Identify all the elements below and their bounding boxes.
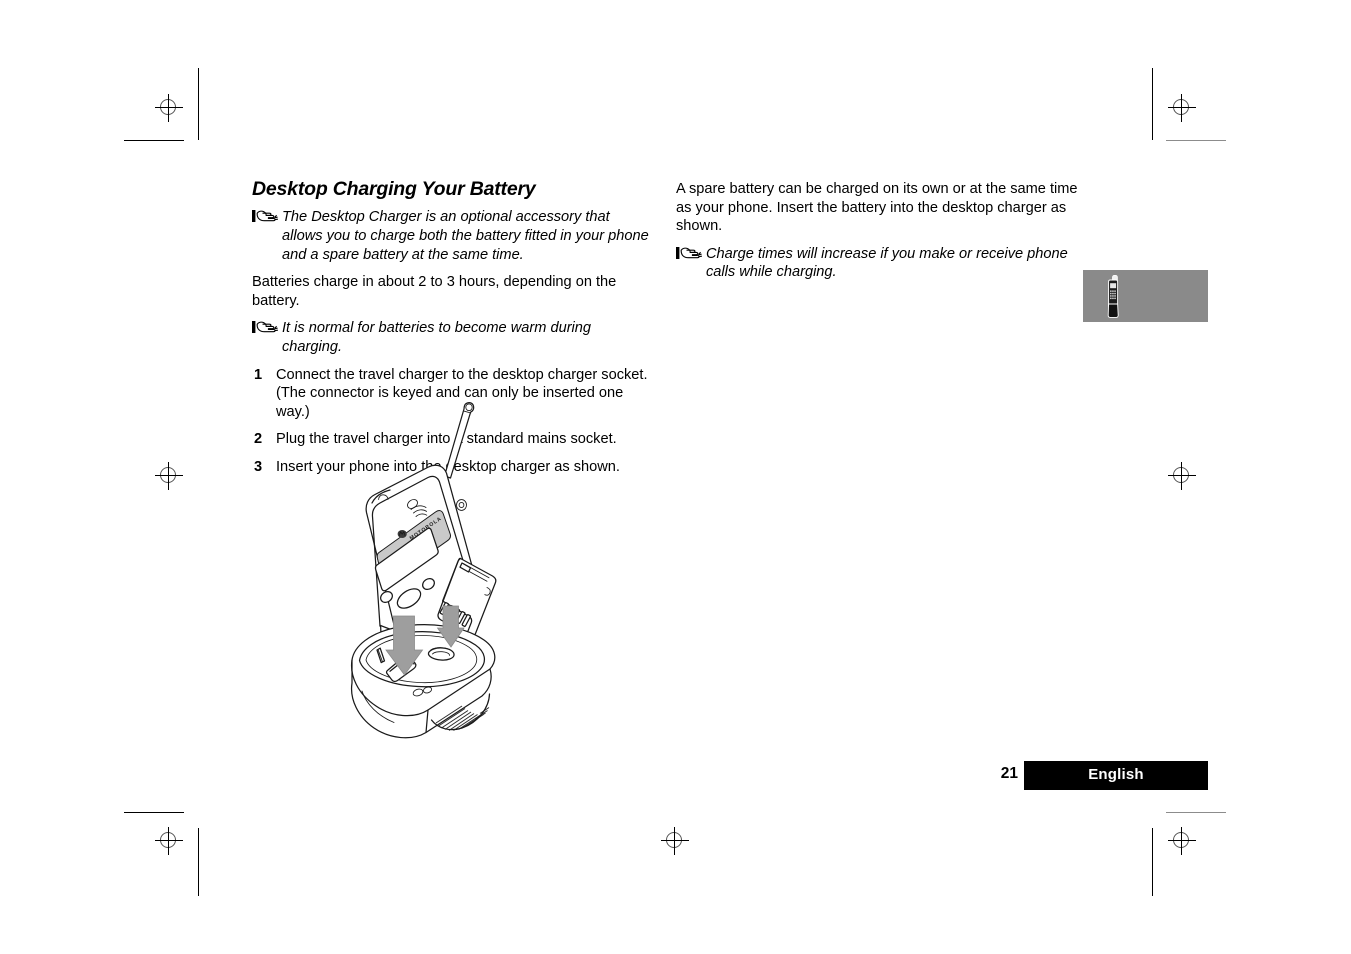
registration-vline bbox=[1181, 462, 1182, 490]
right-column: A spare battery can be charged on its ow… bbox=[676, 180, 1080, 291]
trim-rule-top-left bbox=[198, 68, 199, 140]
manual-page: Desktop Charging Your Battery The Deskto… bbox=[0, 0, 1351, 954]
registration-vline bbox=[674, 827, 675, 855]
registration-hline bbox=[155, 840, 183, 841]
registration-mark-bottom-center bbox=[661, 827, 689, 855]
note-text: Charge times will increase if you make o… bbox=[706, 245, 1068, 281]
registration-vline bbox=[1181, 827, 1182, 855]
crop-mark-top-right bbox=[1166, 140, 1226, 141]
crop-mark-bottom-right bbox=[1166, 812, 1226, 813]
step-number: 1 bbox=[254, 366, 263, 383]
paragraph-spare-battery: A spare battery can be charged on its ow… bbox=[676, 181, 1078, 235]
registration-hline bbox=[1168, 107, 1196, 108]
pointing-hand-icon bbox=[252, 320, 282, 336]
trim-rule-top-right bbox=[1152, 68, 1153, 140]
registration-vline bbox=[1181, 94, 1182, 122]
crop-mark-bottom-left bbox=[124, 812, 184, 813]
registration-mark-top-right bbox=[1168, 94, 1196, 122]
pointing-hand-icon bbox=[252, 209, 282, 225]
registration-hline bbox=[155, 107, 183, 108]
trim-rule-bottom-right bbox=[1152, 828, 1153, 896]
registration-hline bbox=[155, 475, 183, 476]
registration-vline bbox=[168, 462, 169, 490]
page-title: Desktop Charging Your Battery bbox=[252, 178, 536, 200]
phone-and-desktop-charger-illustration: .ln { fill:none; stroke:#1a1a1a; stroke-… bbox=[332, 392, 542, 742]
note-text: The Desktop Charger is an optional acces… bbox=[282, 209, 649, 263]
registration-mark-mid-left bbox=[155, 462, 183, 490]
registration-vline bbox=[168, 827, 169, 855]
note-text: It is normal for batteries to become war… bbox=[282, 320, 592, 355]
paragraph-charge-time: Batteries charge in about 2 to 3 hours, … bbox=[252, 274, 617, 309]
registration-mark-bottom-right bbox=[1168, 827, 1196, 855]
language-bar: English bbox=[1024, 761, 1208, 790]
registration-hline bbox=[1168, 840, 1196, 841]
registration-mark-bottom-left bbox=[155, 827, 183, 855]
chapter-thumb-tab bbox=[1083, 270, 1208, 322]
crop-mark-top-left bbox=[124, 140, 184, 141]
registration-mark-mid-right bbox=[1168, 462, 1196, 490]
note-desktop-charger-optional: The Desktop Charger is an optional acces… bbox=[252, 208, 652, 264]
registration-hline bbox=[661, 840, 689, 841]
registration-vline bbox=[168, 94, 169, 122]
pointing-hand-icon bbox=[676, 246, 706, 262]
note-charge-times: Charge times will increase if you make o… bbox=[676, 245, 1080, 282]
step-number: 3 bbox=[254, 458, 263, 475]
note-batteries-warm: It is normal for batteries to become war… bbox=[252, 319, 652, 356]
page-footer: 21 English bbox=[990, 761, 1210, 791]
mobile-phone-icon bbox=[1104, 274, 1126, 319]
registration-hline bbox=[1168, 475, 1196, 476]
trim-rule-bottom-left bbox=[198, 828, 199, 896]
language-label: English bbox=[1088, 766, 1144, 783]
registration-mark-top-left bbox=[155, 94, 183, 122]
step-number: 2 bbox=[254, 431, 263, 448]
page-number: 21 bbox=[1000, 765, 1018, 782]
